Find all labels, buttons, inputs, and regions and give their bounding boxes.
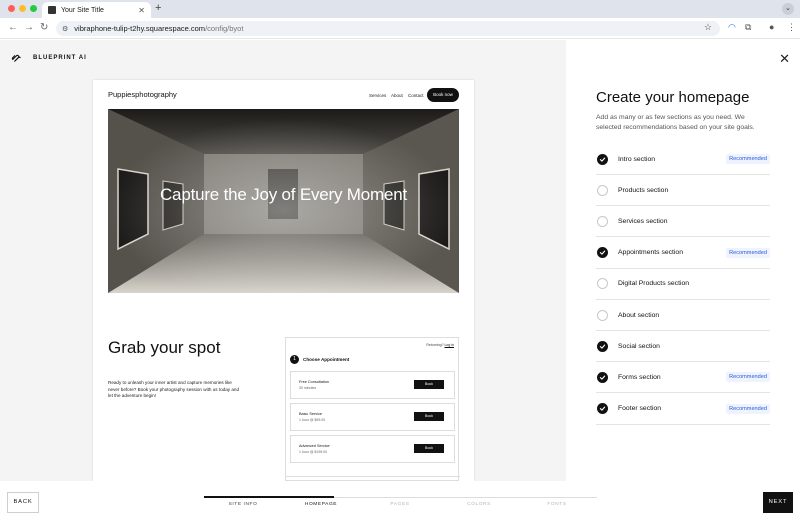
browser-toolbar: ← → ↻ ⚙ vibraphone-tulip-t2hy.squarespac…	[0, 18, 800, 39]
window-minimize-button[interactable]	[19, 5, 26, 12]
section-row[interactable]: Forms section Recommended	[596, 362, 770, 394]
panel-title: Create your homepage	[596, 89, 750, 106]
section-label: Products section	[618, 186, 669, 194]
tab-close-icon[interactable]: ✕	[138, 6, 145, 15]
recommended-badge: Recommended	[726, 372, 770, 383]
url-host: vibraphone-tulip-t2hy.squarespace.com	[74, 24, 206, 33]
divider	[286, 476, 460, 477]
section-row[interactable]: Intro section Recommended	[596, 144, 770, 175]
new-tab-button[interactable]: +	[155, 2, 161, 14]
window-close-button[interactable]	[8, 5, 15, 12]
back-button[interactable]: BACK	[7, 492, 39, 513]
section-row[interactable]: Services section	[596, 206, 770, 238]
tab-search-button[interactable]: ⌄	[782, 3, 794, 15]
service-book-button: Book	[414, 380, 444, 389]
service-name: Basic Service	[299, 412, 323, 416]
section-row[interactable]: Products section	[596, 175, 770, 207]
appointments-heading: Grab your spot	[108, 338, 221, 357]
step-homepage[interactable]: HOMEPAGE	[291, 502, 351, 507]
profile-avatar-icon[interactable]: ●	[769, 22, 774, 32]
checkmark-icon[interactable]	[597, 153, 608, 165]
checkmark-icon[interactable]	[597, 340, 608, 352]
section-label: Forms section	[618, 373, 661, 381]
address-bar[interactable]: ⚙ vibraphone-tulip-t2hy.squarespace.com /…	[56, 21, 720, 36]
service-meta: 30 minutes	[299, 386, 317, 390]
service-name: Advanced Service	[299, 444, 330, 448]
section-row[interactable]: Footer section Recommended	[596, 394, 770, 425]
bookmark-star-icon[interactable]: ☆	[704, 22, 712, 33]
wizard-footer: BACK SITE INFO HOMEPAGE PAGES COLORS FON…	[0, 481, 800, 521]
extension-icon[interactable]: ◠	[728, 22, 736, 33]
hero-title: Capture the Joy of Every Moment	[159, 185, 408, 204]
section-label: Appointments section	[618, 249, 683, 257]
empty-circle-icon[interactable]	[597, 184, 608, 196]
empty-circle-icon[interactable]	[597, 309, 608, 321]
checkmark-icon[interactable]	[597, 403, 608, 415]
next-button[interactable]: NEXT	[763, 492, 793, 513]
section-row[interactable]: Appointments section Recommended	[596, 238, 770, 269]
recommended-badge: Recommended	[726, 154, 770, 164]
empty-circle-icon[interactable]	[597, 215, 608, 227]
squarespace-logo-icon	[11, 54, 21, 62]
squarespace-favicon-icon	[48, 6, 56, 14]
recommended-badge: Recommended	[726, 247, 770, 258]
service-card: Free Consultation 30 minutes Book	[290, 371, 455, 399]
section-label: Digital Products section	[618, 280, 690, 288]
returning-login-text: Returning? Log in	[426, 343, 454, 347]
preview-nav-about: About	[391, 93, 403, 98]
preview-book-now-button: Book now	[427, 88, 459, 102]
section-row[interactable]: Digital Products section	[596, 269, 770, 300]
browser-tab-bar: Your Site Title ✕ + ⌄	[0, 0, 800, 18]
progress-fill	[204, 496, 334, 498]
section-label: Services section	[618, 217, 668, 225]
section-row[interactable]: Social section	[596, 331, 770, 363]
step-pages[interactable]: PAGES	[370, 502, 430, 507]
hero-image: Capture the Joy of Every Moment	[108, 109, 459, 293]
url-path: /config/byot	[205, 24, 244, 33]
back-arrow-icon[interactable]: ←	[8, 22, 18, 33]
step-label: Choose Appointment	[303, 357, 350, 362]
recommended-badge: Recommended	[726, 403, 770, 414]
step-fonts[interactable]: FONTS	[527, 502, 587, 507]
site-info-icon[interactable]: ⚙	[62, 25, 68, 33]
extensions-puzzle-icon[interactable]: ⧉	[745, 22, 751, 33]
brand-label: BLUEPRINT AI	[33, 55, 87, 61]
service-name: Free Consultation	[299, 380, 329, 384]
panel-subtitle: Add as many or as few sections as you ne…	[596, 114, 755, 131]
service-book-button: Book	[414, 412, 444, 421]
tab-title: Your Site Title	[61, 6, 104, 14]
close-icon[interactable]: ✕	[779, 51, 790, 67]
preview-nav-contact: Contact	[408, 93, 424, 98]
login-link: Log in	[444, 343, 454, 347]
section-row[interactable]: About section	[596, 300, 770, 331]
section-label: About section	[618, 311, 660, 319]
window-maximize-button[interactable]	[30, 5, 37, 12]
section-label: Social section	[618, 342, 660, 350]
forward-arrow-icon[interactable]: →	[24, 22, 34, 33]
step-site-info[interactable]: SITE INFO	[213, 502, 273, 507]
checkmark-icon[interactable]	[597, 247, 608, 259]
service-book-button: Book	[414, 444, 444, 453]
service-card: Advanced Service 1 hour @ $199.00 Book	[290, 435, 455, 463]
booking-widget: Returning? Log in 1 Choose Appointment F…	[285, 337, 460, 481]
reload-icon[interactable]: ↻	[40, 22, 48, 33]
service-meta: 1 hour @ $199.00	[299, 450, 328, 454]
empty-circle-icon[interactable]	[597, 278, 608, 290]
appointments-text: Ready to unleash your inner artist and c…	[108, 380, 240, 398]
step-colors[interactable]: COLORS	[449, 502, 509, 507]
checkmark-icon[interactable]	[597, 371, 608, 383]
browser-tab[interactable]: Your Site Title ✕	[42, 2, 151, 18]
service-meta: 1 hour @ $99.00	[299, 418, 326, 422]
preview-nav-services: Services	[369, 93, 387, 98]
browser-menu-icon[interactable]: ⋮	[787, 22, 796, 33]
service-card: Basic Service 1 hour @ $99.00 Book	[290, 403, 455, 431]
section-label: Footer section	[618, 405, 662, 413]
homepage-preview: Puppiesphotography Services About Contac…	[93, 80, 474, 481]
step-number-badge: 1	[290, 355, 299, 364]
preview-site-title: Puppiesphotography	[108, 90, 177, 99]
section-label: Intro section	[618, 155, 656, 163]
